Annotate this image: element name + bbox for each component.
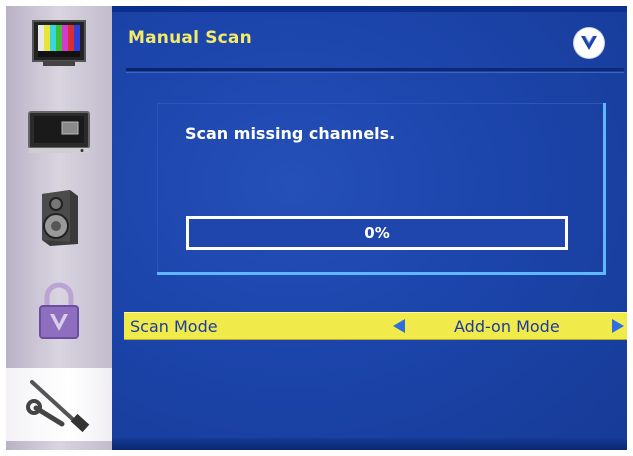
padlock-icon [35, 281, 83, 341]
title-divider [126, 68, 624, 71]
sidebar-item-setup[interactable] [6, 368, 112, 441]
scan-progress-bar: 0% [186, 216, 568, 250]
sidebar-item-audio[interactable] [6, 181, 112, 254]
scan-mode-row[interactable]: Scan Mode Add-on Mode [124, 312, 627, 340]
wrench-screwdriver-icon [24, 374, 94, 436]
tv-monitor-icon [26, 108, 92, 156]
top-strip [112, 6, 627, 12]
title-divider-highlight [126, 72, 624, 73]
speaker-icon [34, 188, 84, 248]
sidebar-item-picture[interactable] [6, 6, 112, 79]
progress-percent: 0% [364, 224, 390, 242]
scan-message: Scan missing channels. [185, 124, 396, 143]
sidebar-item-parental[interactable] [6, 274, 112, 347]
tv-color-bars-icon [29, 17, 89, 69]
sidebar [6, 6, 112, 450]
tv-menu-frame: Manual Scan Scan missing channels. 0% Sc… [6, 6, 627, 450]
vizio-v-logo-icon [574, 28, 604, 58]
right-arrow-icon[interactable] [612, 319, 624, 333]
scan-mode-value: Add-on Mode [454, 317, 560, 336]
page-title: Manual Scan [128, 28, 252, 48]
main-panel: Manual Scan Scan missing channels. 0% Sc… [112, 6, 627, 450]
bottom-strip [112, 438, 627, 450]
sidebar-item-screen[interactable] [6, 95, 112, 168]
scan-mode-label: Scan Mode [130, 317, 218, 336]
left-arrow-icon[interactable] [393, 319, 405, 333]
